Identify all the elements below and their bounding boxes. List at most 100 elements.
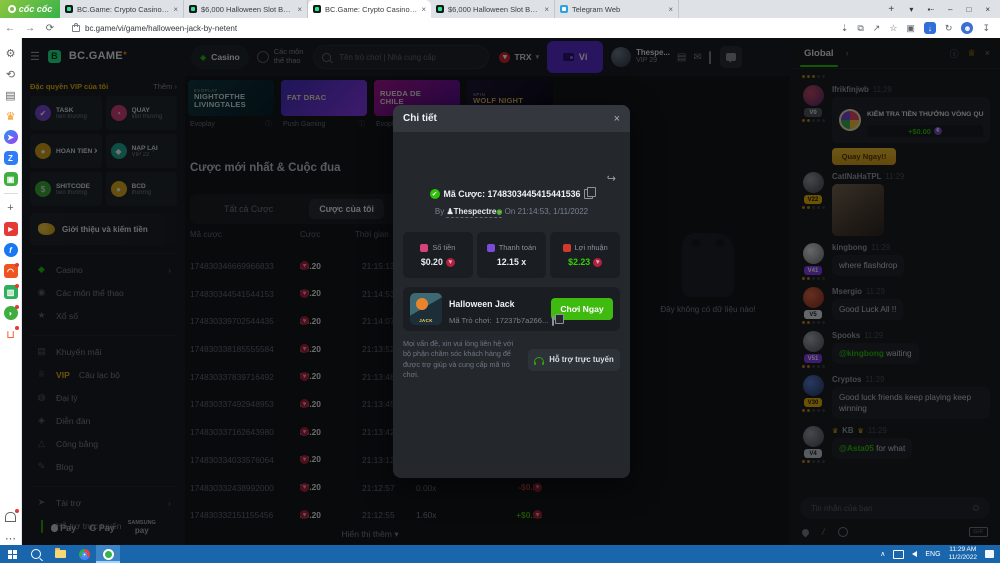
translate-icon[interactable]: ⧉ — [857, 23, 863, 34]
download-manager-icon[interactable]: ↓ — [924, 22, 936, 34]
window-maximize-button[interactable]: □ — [966, 5, 971, 14]
stat-card: Lợi nhuận $2.23 — [550, 232, 620, 278]
tab-close-icon[interactable]: × — [173, 5, 178, 14]
shopee-icon[interactable]: ◠ — [4, 264, 18, 278]
tab-title: $6,000 Halloween Slot Battle — [448, 5, 540, 14]
downloads-tray-icon[interactable]: ↧ — [982, 23, 990, 34]
file-explorer-icon[interactable] — [48, 545, 72, 563]
network-icon[interactable] — [893, 550, 904, 559]
game-thumbnail[interactable]: JACK — [410, 293, 442, 325]
tab-title: BC.Game: Crypto Casino Gan — [325, 5, 417, 14]
bet-username[interactable]: ♟Thespectre◉ — [446, 207, 502, 218]
browser-tab[interactable]: BC.Game: Crypto Casino Gan × — [60, 0, 184, 18]
language-indicator[interactable]: ENG — [925, 551, 940, 558]
zalo-icon[interactable]: Z — [4, 151, 18, 165]
ssl-lock-icon[interactable] — [72, 25, 80, 32]
stat-label: Lợi nhuận — [575, 243, 608, 252]
reload-button[interactable]: ⟳ — [40, 23, 60, 34]
stat-card: Thanh toán 12.15 x — [477, 232, 547, 278]
windows-taskbar: ∧ ENG 11:29 AM11/2/2022 — [0, 545, 1000, 563]
new-tab-button[interactable]: + — [883, 0, 899, 18]
tab-close-icon[interactable]: × — [297, 5, 302, 14]
notifications-bell-icon[interactable] — [4, 510, 18, 524]
sync-icon[interactable]: ↻ — [945, 23, 953, 34]
save-page-icon[interactable]: ⇣ — [841, 23, 849, 34]
coccoc-sidebar: ⚙ ⟲ ▤ ♛ ➤ Z ▣ + ▶ f ◠ ▥ ◗ ⊔ ⋯ — [0, 38, 22, 545]
browser-tab[interactable]: $6,000 Halloween Slot Battle × — [431, 0, 555, 18]
tab-title: $6,000 Halloween Slot Battle — [201, 5, 293, 14]
stat-value: $2.23 — [568, 257, 590, 267]
bcgame-page: ☰ B BC.GAME● Đặc quyền VIP của tôi Thêm … — [22, 38, 1000, 545]
verified-check-icon: ✔ — [430, 189, 440, 199]
history-icon[interactable]: ⟲ — [4, 67, 18, 81]
add-shortcut-icon[interactable]: + — [4, 201, 18, 215]
messenger-icon[interactable]: ➤ — [4, 130, 18, 144]
window-close-button[interactable]: × — [985, 5, 990, 14]
youtube-icon[interactable]: ▶ — [4, 222, 18, 236]
sidebar-divider — [4, 193, 18, 194]
game-name: Halloween Jack — [449, 299, 515, 309]
tab-title: BC.Game: Crypto Casino Gan — [77, 5, 169, 14]
share-extension-icon[interactable]: ↗ — [873, 23, 881, 34]
vip-crown-icon[interactable]: ♛ — [4, 109, 18, 123]
start-button[interactable] — [0, 545, 24, 563]
chat-app-icon[interactable]: ◗ — [4, 306, 18, 320]
tab-close-icon[interactable]: × — [668, 5, 673, 14]
settings-gear-icon[interactable]: ⚙ — [4, 46, 18, 60]
browser-tabs: BC.Game: Crypto Casino Gan × $6,000 Hall… — [60, 0, 883, 18]
tab-favicon — [65, 5, 73, 13]
browser-tab[interactable]: BC.Game: Crypto Casino Gan × — [308, 0, 431, 18]
cart-icon[interactable]: ⊔ — [4, 327, 18, 341]
hidden-icons-chevron[interactable]: ∧ — [880, 550, 885, 558]
shield-icon[interactable]: ▣ — [906, 23, 915, 34]
chrome-icon[interactable] — [72, 545, 96, 563]
coccoc-logo[interactable]: cốc cốc — [0, 0, 60, 18]
copy-icon[interactable] — [584, 189, 593, 199]
volume-icon[interactable] — [912, 551, 917, 557]
tab-search-icon[interactable]: ▾ — [909, 5, 913, 14]
coccoc-logo-icon — [8, 5, 16, 13]
window-minimize-button[interactable]: – — [948, 5, 952, 14]
stat-icon — [563, 244, 571, 252]
game-card: JACK Halloween Jack Mã Trò chơi: 17237b7… — [403, 287, 620, 331]
modal-header: Chi tiết × — [393, 105, 630, 132]
share-icon[interactable]: ↪ — [607, 172, 616, 185]
back-button[interactable]: ← — [0, 23, 20, 34]
tab-favicon — [560, 5, 568, 13]
gift-icon[interactable]: ▥ — [4, 285, 18, 299]
facebook-icon[interactable]: f — [4, 243, 18, 257]
browser-tab-bar: cốc cốc BC.Game: Crypto Casino Gan × $6,… — [0, 0, 1000, 18]
url-text[interactable]: bc.game/vi/game/halloween-jack-by-netent — [85, 24, 237, 33]
coccoc-taskbar-icon[interactable] — [96, 545, 120, 563]
browser-toolbar: ← → ⟳ bc.game/vi/game/halloween-jack-by-… — [0, 18, 1000, 39]
tab-close-icon[interactable]: × — [421, 5, 426, 14]
frog-emoji: ◉ — [496, 209, 502, 216]
more-options-icon[interactable]: ⋯ — [4, 531, 18, 545]
tab-favicon — [313, 5, 321, 13]
pin-icon[interactable]: ⇠ — [927, 5, 934, 14]
bookmark-star-icon[interactable]: ☆ — [889, 23, 897, 34]
modal-body: ↪ ✔ Mã Cược: 1748303445415441536 By ♟The… — [393, 132, 630, 478]
game-id-value: 17237b7a266... — [496, 315, 549, 326]
headset-icon — [534, 357, 544, 363]
stat-value: $0.20 — [421, 257, 443, 267]
reader-icon[interactable]: ▤ — [4, 88, 18, 102]
browser-profile-avatar[interactable]: ☻ — [961, 22, 973, 34]
taskbar-clock[interactable]: 11:29 AM11/2/2022 — [949, 546, 977, 562]
browser-tab[interactable]: $6,000 Halloween Slot Battle × — [184, 0, 308, 18]
action-center-icon[interactable] — [985, 550, 994, 558]
live-support-button[interactable]: Hỗ trợ trực tuyến — [528, 349, 620, 371]
close-icon[interactable]: × — [614, 113, 620, 125]
tab-favicon — [189, 5, 197, 13]
games-icon[interactable]: ▣ — [4, 172, 18, 186]
tab-favicon — [436, 5, 444, 13]
bet-datetime: 21:14:53, 1/11/2022 — [518, 207, 589, 216]
tab-close-icon[interactable]: × — [544, 5, 549, 14]
trx-coin-icon — [593, 258, 602, 267]
bet-details-modal: Chi tiết × ↪ ✔ Mã Cược: 1748303445415441… — [393, 105, 630, 478]
taskbar-search-icon[interactable] — [24, 545, 48, 563]
stat-value: 12.15 x — [497, 257, 526, 267]
bet-id-row: ✔ Mã Cược: 1748303445415441536 — [393, 189, 630, 199]
forward-button[interactable]: → — [20, 23, 40, 34]
browser-tab[interactable]: Telegram Web × — [555, 0, 679, 18]
